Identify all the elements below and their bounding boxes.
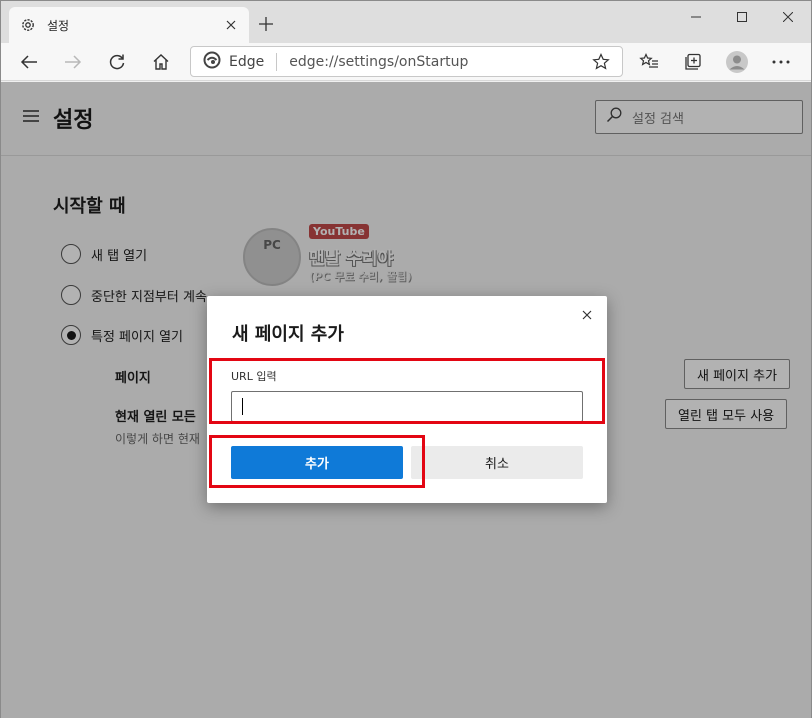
cancel-button[interactable]: 취소 bbox=[411, 446, 583, 479]
close-icon[interactable] bbox=[223, 17, 239, 33]
add-button-highlight-box bbox=[209, 435, 425, 488]
browser-window: 설정 Edge edge://settings/onStartup 설정 설정 … bbox=[0, 0, 812, 718]
dialog-title: 새 페이지 추가 bbox=[232, 324, 344, 345]
back-button[interactable] bbox=[13, 47, 45, 77]
favorites-button[interactable] bbox=[633, 47, 665, 77]
address-url[interactable]: edge://settings/onStartup bbox=[289, 54, 468, 70]
refresh-button[interactable] bbox=[101, 47, 133, 77]
address-bar[interactable]: Edge edge://settings/onStartup bbox=[190, 46, 623, 77]
gear-icon bbox=[19, 16, 37, 34]
tab-strip: 설정 bbox=[1, 1, 811, 43]
url-highlight-box bbox=[209, 358, 605, 424]
minimize-button[interactable] bbox=[673, 1, 719, 33]
edge-logo-icon bbox=[203, 51, 221, 73]
new-tab-button[interactable] bbox=[253, 11, 279, 37]
more-menu-button[interactable] bbox=[765, 47, 797, 77]
favorite-star-icon[interactable] bbox=[592, 53, 610, 71]
address-site-label: Edge bbox=[229, 53, 265, 70]
maximize-button[interactable] bbox=[719, 1, 765, 33]
tab-title: 설정 bbox=[47, 18, 70, 33]
home-button[interactable] bbox=[145, 47, 177, 77]
forward-button[interactable] bbox=[57, 47, 89, 77]
address-separator bbox=[276, 52, 278, 71]
window-close-button[interactable] bbox=[765, 1, 811, 33]
profile-avatar[interactable] bbox=[721, 47, 753, 77]
tab-settings[interactable]: 설정 bbox=[9, 7, 249, 43]
browser-toolbar: Edge edge://settings/onStartup bbox=[1, 43, 811, 81]
collections-button[interactable] bbox=[677, 47, 709, 77]
dialog-close-icon[interactable] bbox=[579, 307, 595, 323]
